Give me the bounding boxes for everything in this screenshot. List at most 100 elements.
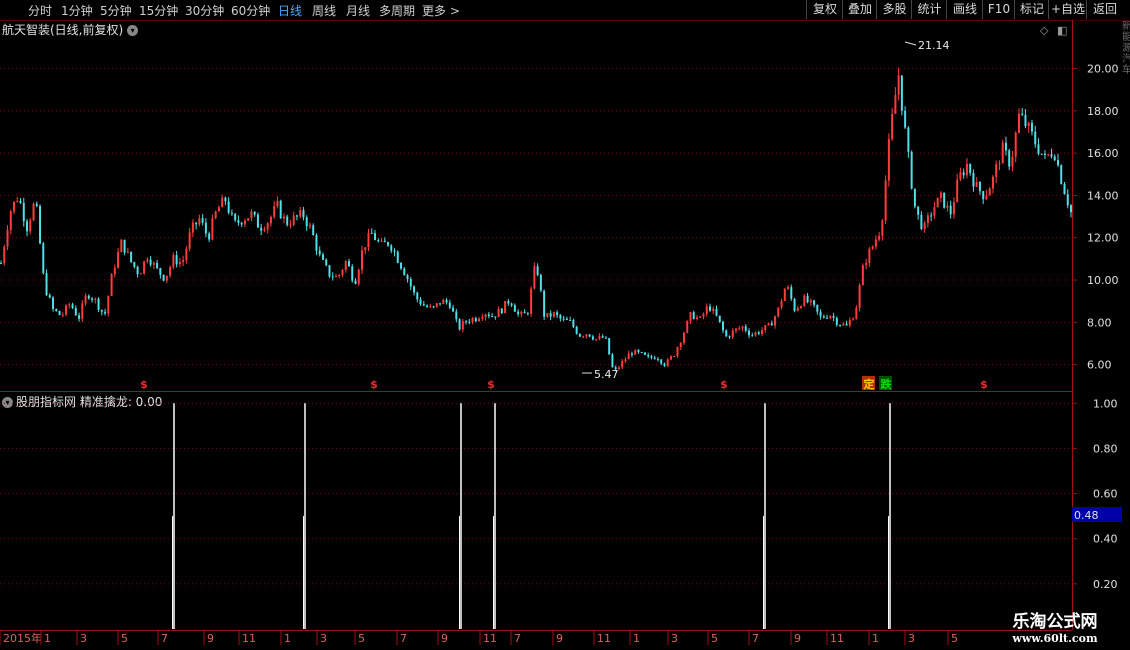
candle-body	[201, 218, 204, 223]
candle-body	[829, 315, 832, 319]
candle-body	[282, 216, 285, 219]
candle-body	[445, 299, 448, 303]
candle-body	[764, 325, 767, 331]
candle-body	[666, 359, 669, 366]
candle-body	[338, 274, 341, 277]
candle-body	[715, 308, 718, 316]
candle-body	[868, 248, 871, 263]
candle-body	[881, 220, 884, 236]
candle-body	[705, 306, 708, 315]
candle-body	[611, 354, 614, 368]
candle-body	[354, 280, 357, 284]
candle-body	[22, 202, 25, 222]
event-marker[interactable]: 跌	[881, 377, 893, 391]
candle-body	[510, 303, 513, 306]
candle-body	[816, 304, 819, 312]
candle-body	[751, 335, 754, 337]
candle-body	[204, 222, 207, 234]
candle-body	[484, 314, 487, 318]
event-marker[interactable]: $	[370, 378, 378, 391]
candle-body	[962, 172, 965, 176]
candle-body	[826, 317, 829, 319]
candle-body	[71, 304, 74, 309]
candle-body	[767, 323, 770, 326]
indicator-tick-label: 1.00	[1093, 397, 1118, 410]
candle-body	[643, 352, 646, 355]
candle-body	[595, 338, 598, 340]
candle-body	[214, 211, 217, 219]
candle-body	[708, 306, 711, 311]
candle-body	[35, 203, 38, 206]
candle-body	[393, 250, 396, 252]
candle-body	[113, 267, 116, 275]
candle-body	[55, 308, 58, 311]
candle-body	[243, 220, 246, 225]
candle-body	[787, 287, 790, 289]
event-marker[interactable]: $	[140, 378, 148, 391]
event-marker[interactable]: 定	[864, 377, 875, 391]
candle-body	[74, 308, 77, 316]
candle-body	[728, 336, 731, 338]
candle-body	[26, 221, 29, 232]
candle-body	[523, 311, 526, 314]
candle-body	[1047, 154, 1050, 156]
indicator-grid	[0, 402, 1072, 585]
candle-body	[126, 251, 129, 253]
candle-body	[253, 211, 256, 215]
candle-body	[78, 315, 81, 319]
event-marker[interactable]: $	[487, 378, 495, 391]
candle-body	[439, 303, 442, 305]
date-tick-label: 2015年	[3, 631, 42, 645]
candle-body	[634, 349, 637, 355]
candle-body	[969, 163, 972, 174]
candle-body	[780, 301, 783, 308]
candle-body	[279, 200, 282, 219]
candle-body	[796, 308, 799, 311]
date-tick-label: 9	[207, 632, 214, 645]
candle-body	[673, 356, 676, 358]
candle-body	[146, 259, 149, 262]
candle-body	[39, 205, 42, 244]
candle-body	[474, 318, 477, 322]
high-price-label: 21.14	[918, 39, 950, 52]
candle-body	[500, 308, 503, 314]
candle-body	[507, 301, 510, 304]
date-tick-label: 3	[671, 632, 678, 645]
candle-body	[1021, 113, 1024, 115]
event-marker[interactable]: $	[980, 378, 988, 391]
candle-body	[419, 299, 422, 305]
candle-body	[162, 274, 165, 281]
candle-body	[331, 276, 334, 278]
candle-body	[1030, 122, 1033, 132]
candle-body	[526, 313, 529, 315]
candle-body	[891, 113, 894, 140]
candle-body	[1004, 142, 1007, 151]
candle-body	[117, 252, 120, 268]
candle-body	[48, 295, 51, 298]
candle-body	[878, 235, 881, 240]
candle-body	[266, 223, 269, 230]
candle-body	[396, 251, 399, 263]
candle-body	[1066, 194, 1069, 206]
candle-body	[904, 110, 907, 128]
candle-body	[9, 211, 12, 230]
candle-body	[770, 323, 773, 326]
candle-body	[175, 255, 178, 265]
candle-body	[998, 163, 1001, 165]
candle-body	[627, 353, 630, 360]
candle-body	[1070, 205, 1072, 213]
candle-body	[858, 285, 861, 308]
candle-body	[1017, 113, 1020, 133]
candle-body	[16, 200, 19, 202]
candle-body	[357, 269, 360, 284]
candle-body	[481, 317, 484, 319]
candle-body	[995, 164, 998, 177]
candle-body	[97, 298, 100, 310]
date-tick-label: 1	[284, 632, 291, 645]
candle-body	[409, 279, 412, 287]
candle-body	[84, 295, 87, 304]
candle-body	[325, 259, 328, 266]
candle-body	[991, 176, 994, 189]
event-marker[interactable]: $	[720, 378, 728, 391]
price-tick-label: 14.00	[1087, 189, 1119, 202]
